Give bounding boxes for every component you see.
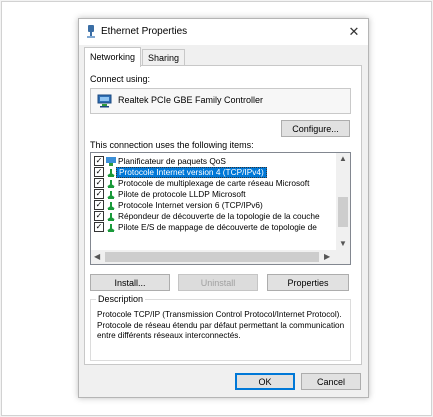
checkbox[interactable]: ✓: [94, 178, 104, 188]
list-item[interactable]: ✓ Pilote de protocole LLDP Microsoft: [91, 189, 335, 200]
list-item[interactable]: ✓ Protocole Internet version 6 (TCP/IPv6…: [91, 200, 335, 211]
items-label: This connection uses the following items…: [90, 140, 254, 150]
scroll-up-icon[interactable]: ▲: [339, 154, 347, 163]
list-item[interactable]: ✓ Répondeur de découverte de la topologi…: [91, 211, 335, 222]
adapter-field: Realtek PCIe GBE Family Controller: [90, 88, 351, 114]
checkbox[interactable]: ✓: [94, 156, 104, 166]
checkbox[interactable]: ✓: [94, 189, 104, 199]
checkbox[interactable]: ✓: [94, 167, 104, 177]
item-label: Planificateur de paquets QoS: [118, 156, 226, 166]
window-title: Ethernet Properties: [101, 26, 188, 37]
scroll-right-icon[interactable]: ▶: [324, 252, 330, 261]
vertical-scrollbar[interactable]: ▲ ▼: [336, 153, 350, 250]
item-label: Pilote E/S de mappage de découverte de t…: [118, 222, 317, 232]
properties-button[interactable]: Properties: [267, 274, 349, 291]
close-icon: ✕: [348, 24, 360, 39]
protocol-icon: [107, 202, 115, 210]
components-list[interactable]: ✓ Planificateur de paquets QoS ✓ Protoco…: [90, 152, 351, 265]
checkbox[interactable]: ✓: [94, 200, 104, 210]
protocol-icon: [107, 191, 115, 199]
network-plug-icon: [87, 25, 95, 38]
item-label: Protocole de multiplexage de carte résea…: [118, 178, 310, 188]
item-label: Protocole Internet version 4 (TCP/IPv4): [116, 167, 267, 178]
protocol-icon: [107, 180, 115, 188]
item-label: Répondeur de découverte de la topologie …: [118, 211, 320, 221]
close-button[interactable]: ✕: [340, 19, 368, 45]
scroll-left-icon[interactable]: ◀: [94, 252, 100, 261]
install-button[interactable]: Install...: [90, 274, 170, 291]
list-item[interactable]: ✓ Protocole de multiplexage de carte rés…: [91, 178, 335, 189]
qos-scheduler-icon: [106, 157, 116, 166]
scroll-down-icon[interactable]: ▼: [339, 239, 347, 248]
ethernet-properties-dialog: Ethernet Properties ✕ Networking Sharing…: [78, 18, 369, 398]
title-bar: Ethernet Properties ✕: [79, 19, 368, 45]
description-legend: Description: [96, 294, 146, 304]
uninstall-button[interactable]: Uninstall: [178, 274, 258, 291]
checkbox[interactable]: ✓: [94, 211, 104, 221]
list-item-selected[interactable]: ✓ Protocole Internet version 4 (TCP/IPv4…: [91, 167, 335, 178]
protocol-icon: [107, 169, 115, 177]
protocol-icon: [107, 213, 115, 221]
list-item[interactable]: ✓ Planificateur de paquets QoS: [91, 156, 335, 167]
description-group: Description Protocole TCP/IP (Transmissi…: [90, 294, 351, 361]
network-adapter-icon: [97, 94, 112, 108]
cancel-button[interactable]: Cancel: [301, 373, 361, 390]
item-label: Pilote de protocole LLDP Microsoft: [118, 189, 246, 199]
tab-networking[interactable]: Networking: [84, 47, 142, 67]
list-item[interactable]: ✓ Pilote E/S de mappage de découverte de…: [91, 222, 335, 233]
horizontal-scroll-thumb[interactable]: [105, 252, 319, 262]
tab-sharing[interactable]: Sharing: [142, 49, 186, 66]
configure-button[interactable]: Configure...: [281, 120, 350, 137]
protocol-icon: [107, 224, 115, 232]
checkbox[interactable]: ✓: [94, 222, 104, 232]
vertical-scroll-thumb[interactable]: [338, 197, 348, 227]
ok-button[interactable]: OK: [235, 373, 295, 390]
adapter-name: Realtek PCIe GBE Family Controller: [118, 95, 264, 105]
item-label: Protocole Internet version 6 (TCP/IPv6): [118, 200, 263, 210]
connect-using-label: Connect using:: [90, 74, 151, 84]
horizontal-scrollbar[interactable]: ◀ ▶: [91, 250, 350, 264]
description-text: Protocole TCP/IP (Transmission Control P…: [97, 310, 345, 340]
